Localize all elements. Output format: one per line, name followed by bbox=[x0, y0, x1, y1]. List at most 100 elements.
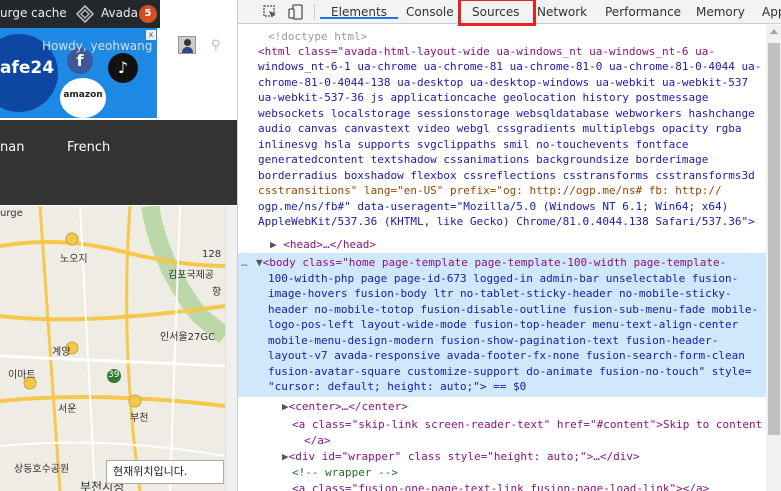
tab-application[interactable]: Appl bbox=[762, 5, 781, 19]
body-node-cont: mobile-menu-design-modern fusion-show-pa… bbox=[268, 333, 718, 349]
center-line: <center>…</center> bbox=[288, 400, 408, 413]
tab-elements[interactable]: Elements bbox=[320, 0, 398, 19]
ad-banner-area: afe24 f ♪ amazon x Howdy, yeohwang ⚲ bbox=[0, 28, 237, 120]
html-line: ua-webkit-537-36 js applicationcache geo… bbox=[258, 91, 709, 104]
tab-network[interactable]: Network bbox=[537, 5, 587, 19]
head-line: <head>…</head> bbox=[283, 238, 376, 251]
body-node-cont: "cursor: default; height: auto;"> == $0 bbox=[268, 379, 526, 395]
main-navigation: nan French bbox=[0, 120, 237, 205]
avada-menu[interactable]: Avada bbox=[101, 6, 138, 20]
body-line: image-hovers fusion-body ltr no-tablet-s… bbox=[268, 287, 732, 300]
map-label: 계양 bbox=[52, 347, 71, 358]
html-line: websockets localstorage sessionstorage w… bbox=[258, 107, 755, 120]
page-scrollbar[interactable] bbox=[225, 206, 237, 491]
map-label: 39 bbox=[108, 370, 120, 380]
html-line: borderradius boxshadow flexbox cssreflec… bbox=[258, 169, 755, 182]
html-line: chrome-81-0-4044-138 ua-desktop ua-deskt… bbox=[258, 76, 749, 89]
html-node-cont: borderradius boxshadow flexbox cssreflec… bbox=[258, 168, 755, 184]
expand-triangle-icon[interactable]: ▶ bbox=[282, 400, 289, 413]
map-label: 128 bbox=[202, 249, 222, 260]
device-toolbar-icon[interactable] bbox=[288, 4, 304, 20]
web-page-viewport: urge cache Avada 5 afe24 f ♪ amazon x Ho… bbox=[0, 0, 237, 491]
doctype-text: <!doctype html> bbox=[268, 30, 368, 43]
html-node-cont: AppleWebKit/537.36 (KHTML, like Gecko) C… bbox=[258, 214, 755, 230]
html-line: AppleWebKit/537.36 (KHTML, like Gecko) C… bbox=[258, 215, 755, 228]
elements-dom-tree[interactable]: <!doctype html> <html class="avada-html-… bbox=[238, 25, 766, 491]
wp-admin-bar: urge cache Avada 5 bbox=[0, 0, 237, 28]
body-line: mobile-menu-design-modern fusion-show-pa… bbox=[268, 334, 719, 347]
comment-line: <!-- wrapper --> bbox=[292, 466, 398, 479]
body-line: layout-v7 avada-responsive avada-footer-… bbox=[268, 349, 745, 362]
screen: urge cache Avada 5 afe24 f ♪ amazon x Ho… bbox=[0, 0, 781, 491]
map-label: 부천 bbox=[130, 413, 149, 424]
html-line: ogp.me/ns/fb#" data-useragent="Mozilla/5… bbox=[258, 200, 729, 213]
avatar-head-shape bbox=[184, 39, 191, 46]
expand-triangle-icon[interactable]: ▶ bbox=[270, 238, 283, 251]
devtools-panel: Elements Console Sources Network Perform… bbox=[237, 0, 781, 491]
search-icon[interactable]: ⚲ bbox=[211, 38, 221, 53]
body-line: logo-pos-left layout-wide-mode fusion-to… bbox=[268, 318, 739, 331]
body-node-cont: 100-width-php page page-id-673 logged-in… bbox=[268, 271, 738, 287]
tab-performance[interactable]: Performance bbox=[605, 5, 681, 19]
comment-node[interactable]: <!-- wrapper --> bbox=[292, 465, 398, 481]
current-location-button[interactable]: 현재위치입니다. bbox=[106, 460, 224, 484]
expand-triangle-icon[interactable]: ▶ bbox=[282, 450, 289, 463]
html-line: generatedcontent textshadow cssanimation… bbox=[258, 153, 709, 166]
center-node[interactable]: ▶<center>…</center> bbox=[282, 399, 408, 415]
tiktok-icon: ♪ bbox=[108, 53, 138, 83]
sources-tab-highlight-box bbox=[458, 0, 536, 26]
page-load-link-line: <a class="fusion-one-page-text-link fusi… bbox=[292, 482, 710, 491]
skip-link-close: </a> bbox=[304, 434, 331, 447]
amazon-logo: amazon bbox=[60, 78, 106, 118]
howdy-user-text[interactable]: Howdy, yeohwang bbox=[42, 39, 152, 53]
body-node-cont: image-hovers fusion-body ltr no-tablet-s… bbox=[268, 286, 732, 302]
html-node-cont: audio canvas canvastext video webgl cssg… bbox=[258, 121, 741, 137]
skip-link-node[interactable]: <a class="skip-link screen-reader-text" … bbox=[292, 417, 762, 433]
html-node-cont: ogp.me/ns/fb#" data-useragent="Mozilla/5… bbox=[258, 199, 728, 215]
avada-icon bbox=[76, 5, 94, 23]
map-label: 노오지 bbox=[60, 254, 88, 265]
inspect-element-icon[interactable] bbox=[262, 4, 278, 20]
map-view[interactable]: urge 노오지 128 김포국제공 항 인서울27GC 계양 이마트 39 서… bbox=[0, 206, 225, 491]
dom-tree-scrollbar[interactable] bbox=[766, 25, 781, 491]
purge-cache-menu[interactable]: urge cache bbox=[0, 6, 67, 20]
avatar[interactable] bbox=[178, 36, 196, 54]
html-line: windows_nt-6-1 ua-chrome ua-chrome-81 ua… bbox=[258, 60, 762, 73]
map-label: 서운 bbox=[58, 404, 77, 415]
html-node-cont: chrome-81-0-4044-138 ua-desktop ua-deskt… bbox=[258, 75, 748, 91]
scroll-up-arrow-icon[interactable] bbox=[770, 29, 778, 34]
ad-brand-text: afe24 bbox=[0, 58, 55, 78]
map-label: 인서울27GC bbox=[160, 332, 216, 343]
devtools-toolbar: Elements Console Sources Network Perform… bbox=[238, 0, 781, 26]
body-node[interactable]: ▼<body class="home page-template page-te… bbox=[256, 255, 726, 271]
collapse-triangle-icon[interactable]: ▼ bbox=[256, 256, 263, 269]
page-load-link-node[interactable]: <a class="fusion-one-page-text-link fusi… bbox=[292, 481, 709, 491]
tab-console[interactable]: Console bbox=[406, 5, 454, 19]
head-node[interactable]: ▶ <head>…</head> bbox=[270, 237, 376, 253]
html-line: audio canvas canvastext video webgl cssg… bbox=[258, 122, 742, 135]
map-label: 김포국제공 bbox=[168, 270, 214, 281]
body-node-cont: fusion-avatar-square customize-support d… bbox=[268, 364, 751, 380]
html-node-cont: windows_nt-6-1 ua-chrome ua-chrome-81 ua… bbox=[258, 59, 761, 75]
map-roads bbox=[0, 206, 225, 491]
scrollbar-thumb[interactable] bbox=[768, 43, 780, 435]
nav-item-man[interactable]: nan bbox=[0, 140, 24, 155]
wrapper-div-node[interactable]: ▶<div id="wrapper" class style="height: … bbox=[282, 449, 640, 465]
body-line: "cursor: default; height: auto;"> == $0 bbox=[268, 380, 527, 393]
html-node-cont: ua-webkit-537-36 js applicationcache geo… bbox=[258, 90, 708, 106]
body-line: 100-width-php page page-id-673 logged-in… bbox=[268, 272, 739, 285]
html-line: <html class="avada-html-layout-wide ua-w… bbox=[258, 45, 715, 58]
tab-memory[interactable]: Memory bbox=[696, 5, 745, 19]
html-node-cont: csstransitions" lang="en-US" prefix="og:… bbox=[258, 183, 722, 199]
body-line: fusion-avatar-square customize-support d… bbox=[268, 365, 752, 378]
body-line: header no-mobile-totop fusion-disable-ou… bbox=[268, 303, 759, 316]
map-label: urge bbox=[0, 208, 23, 219]
doctype-node[interactable]: <!doctype html> bbox=[268, 29, 367, 45]
body-line: <body class="home page-template page-tem… bbox=[262, 256, 727, 269]
nav-item-french[interactable]: French bbox=[67, 140, 110, 155]
more-options-icon[interactable]: … bbox=[241, 255, 248, 271]
map-label: 항 bbox=[212, 287, 222, 298]
avada-update-badge: 5 bbox=[139, 5, 157, 23]
wrapper-div-line: <div id="wrapper" class style="height: a… bbox=[288, 450, 640, 463]
html-node[interactable]: <html class="avada-html-layout-wide ua-w… bbox=[258, 44, 715, 60]
